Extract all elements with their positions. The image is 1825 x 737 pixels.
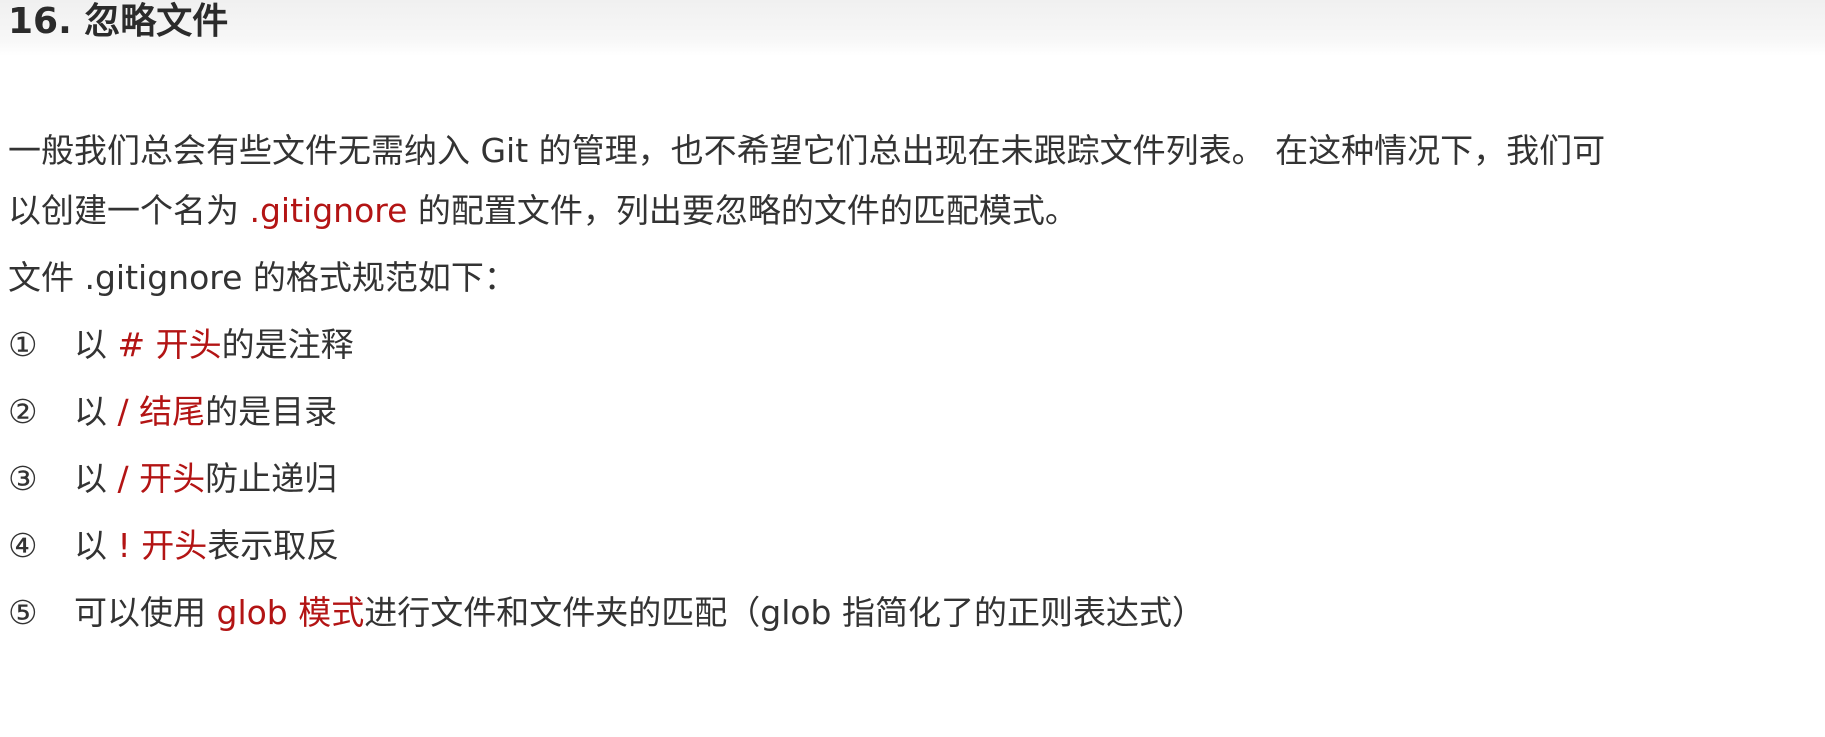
rule-prefix: 以 (74, 459, 118, 498)
intro-paragraph-line-1: 一般我们总会有些文件无需纳入 Git 的管理，也不希望它们总出现在未跟踪文件列表… (8, 129, 1605, 173)
intro-line-1-text: 一般我们总会有些文件无需纳入 Git 的管理，也不希望它们总出现在未跟踪文件列表… (8, 131, 1606, 170)
rule-keyword: / 开头 (117, 459, 206, 498)
rule-prefix: 以 (74, 325, 118, 364)
rule-keyword: ! 开头 (117, 526, 208, 565)
intro-line-2-suffix: 的配置文件，列出要忽略的文件的匹配模式。 (407, 191, 1078, 230)
rule-description: 表示取反 (207, 526, 340, 565)
rule-item: ④以 ! 开头表示取反 (8, 524, 339, 568)
rule-number: ③ (8, 459, 38, 498)
section-heading: 16. 忽略文件 (8, 1, 229, 42)
rule-keyword: glob 模式 (216, 593, 365, 632)
heading-band (0, 0, 1825, 56)
rule-item: ②以 / 结尾的是目录 (8, 390, 337, 434)
rule-prefix: 以 (74, 526, 118, 565)
format-intro-text: 文件 .gitignore 的格式规范如下： (8, 258, 517, 297)
rule-keyword: # 开头 (117, 325, 222, 364)
rule-prefix: 以 (74, 392, 118, 431)
rule-item: ①以 # 开头的是注释 (8, 323, 354, 367)
rule-number: ⑤ (8, 593, 38, 632)
intro-paragraph-line-2: 以创建一个名为 .gitignore 的配置文件，列出要忽略的文件的匹配模式。 (8, 189, 1078, 233)
rule-description: 的是目录 (205, 392, 338, 431)
rule-item: ③以 / 开头防止递归 (8, 457, 337, 501)
rule-description: 进行文件和文件夹的匹配（glob 指简化了的正则表达式） (364, 593, 1205, 632)
rule-keyword: / 结尾 (117, 392, 206, 431)
gitignore-filename: .gitignore (249, 191, 408, 230)
rule-prefix: 可以使用 (74, 593, 217, 632)
rule-description: 防止递归 (205, 459, 338, 498)
rule-description: 的是注释 (221, 325, 354, 364)
rule-number: ① (8, 325, 38, 364)
rule-number: ④ (8, 526, 38, 565)
rule-item: ⑤ 可以使用 glob 模式进行文件和文件夹的匹配（glob 指简化了的正则表达式… (8, 591, 1205, 635)
format-intro: 文件 .gitignore 的格式规范如下： (8, 256, 517, 300)
intro-line-2-prefix: 以创建一个名为 (8, 191, 250, 230)
rule-number: ② (8, 392, 38, 431)
